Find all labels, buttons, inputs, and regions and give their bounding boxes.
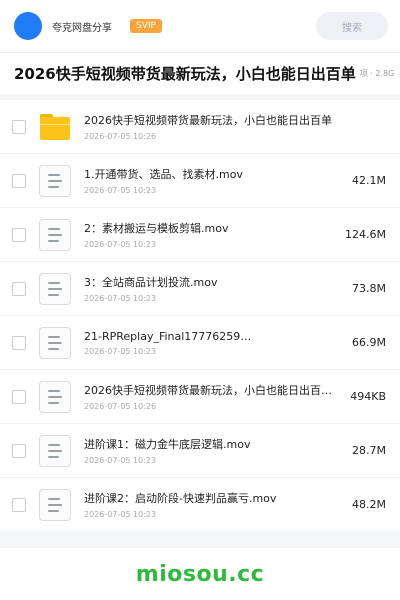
file-date: 2026-07-05 10:23 bbox=[84, 186, 157, 195]
title-bar: 2026快手短视频带货最新玩法，小白也能日出百单 项 · 2.8G bbox=[0, 52, 400, 94]
file-icon bbox=[38, 488, 72, 522]
file-size: 42.1M bbox=[352, 174, 386, 187]
file-size: 28.7M bbox=[352, 444, 386, 457]
file-name: 3：全站商品计划投流.mov bbox=[84, 276, 218, 289]
footer: miosou.cc bbox=[0, 548, 400, 600]
file-info: 2026快手短视频带货最新玩法，小白也能日出百单必… 2026-07-05 10:… bbox=[84, 382, 342, 411]
file-size: 48.2M bbox=[352, 498, 386, 511]
avatar[interactable] bbox=[14, 12, 42, 40]
folder-row[interactable]: 2026快手短视频带货最新玩法，小白也能日出百单 2026-07-05 10:26 bbox=[0, 100, 400, 154]
file-size: 66.9M bbox=[352, 336, 386, 349]
file-info: 进阶课2：启动阶段-快速判品赢亏.mov 2026-07-05 10:23 bbox=[84, 490, 344, 519]
file-size: 494KB bbox=[350, 390, 386, 403]
file-icon bbox=[38, 326, 72, 360]
file-row[interactable]: 21-RPReplay_Final17776259… 2026-07-05 10:… bbox=[0, 316, 400, 370]
file-row[interactable]: 1.开通带货、选品、找素材.mov 2026-07-05 10:23 42.1M bbox=[0, 154, 400, 208]
file-size: 124.6M bbox=[345, 228, 386, 241]
row-checkbox[interactable] bbox=[12, 497, 26, 512]
header: 夸克网盘分享 SVIP 搜索 bbox=[0, 0, 400, 52]
file-row[interactable]: 2026快手短视频带货最新玩法，小白也能日出百单必… 2026-07-05 10:… bbox=[0, 370, 400, 424]
file-date: 2026-07-05 10:23 bbox=[84, 346, 157, 356]
file-icon bbox=[38, 272, 72, 306]
row-checkbox[interactable] bbox=[12, 389, 26, 404]
file-info: 2026快手短视频带货最新玩法，小白也能日出百单 2026-07-05 10:26 bbox=[84, 112, 386, 141]
file-info: 21-RPReplay_Final17776259… 2026-07-05 10:… bbox=[84, 330, 344, 356]
file-name: 进阶课1：磁力金牛底层逻辑.mov bbox=[84, 438, 251, 451]
file-size: 73.8M bbox=[352, 282, 386, 295]
row-checkbox[interactable] bbox=[12, 227, 26, 242]
file-info: 3：全站商品计划投流.mov 2026-07-05 10:23 bbox=[84, 274, 344, 303]
file-icon bbox=[38, 164, 72, 198]
file-name: 1.开通带货、选品、找素材.mov bbox=[84, 168, 243, 181]
file-name: 进阶课2：启动阶段-快速判品赢亏.mov bbox=[84, 492, 277, 505]
file-name: 2026快手短视频带货最新玩法，小白也能日出百单必… bbox=[84, 384, 343, 397]
file-row[interactable]: 2：素材搬运与模板剪辑.mov 2026-07-05 10:23 124.6M bbox=[0, 208, 400, 262]
file-info: 2：素材搬运与模板剪辑.mov 2026-07-05 10:23 bbox=[84, 220, 337, 249]
file-info: 1.开通带货、选品、找素材.mov 2026-07-05 10:23 bbox=[84, 166, 344, 195]
svip-badge: SVIP bbox=[130, 19, 162, 33]
file-name: 2026快手短视频带货最新玩法，小白也能日出百单 bbox=[84, 114, 332, 127]
file-date: 2026-07-05 10:23 bbox=[84, 510, 157, 519]
share-name: 夸克网盘分享 bbox=[52, 22, 112, 34]
file-name: 21-RPReplay_Final17776259… bbox=[84, 329, 252, 343]
row-checkbox[interactable] bbox=[12, 173, 26, 188]
row-checkbox[interactable] bbox=[12, 119, 26, 134]
row-checkbox[interactable] bbox=[12, 281, 26, 296]
file-date: 2026-07-05 10:26 bbox=[84, 132, 157, 141]
file-date: 2026-07-05 10:23 bbox=[84, 294, 157, 303]
file-row[interactable]: 进阶课2：启动阶段-快速判品赢亏.mov 2026-07-05 10:23 48.2… bbox=[0, 478, 400, 532]
title-meta: 项 · 2.8G bbox=[359, 69, 395, 78]
search-input[interactable]: 搜索 bbox=[316, 12, 388, 40]
file-date: 2026-07-05 10:26 bbox=[84, 402, 157, 411]
file-name: 2：素材搬运与模板剪辑.mov bbox=[84, 222, 229, 235]
file-list: 2026快手短视频带货最新玩法，小白也能日出百单 2026-07-05 10:26… bbox=[0, 100, 400, 532]
file-icon bbox=[38, 380, 72, 414]
brand-watermark: miosou.cc bbox=[135, 561, 265, 587]
folder-icon bbox=[38, 110, 72, 144]
file-icon bbox=[38, 218, 72, 252]
file-date: 2026-07-05 10:23 bbox=[84, 456, 157, 465]
search-placeholder: 搜索 bbox=[342, 22, 362, 34]
file-info: 进阶课1：磁力金牛底层逻辑.mov 2026-07-05 10:23 bbox=[84, 436, 344, 465]
file-icon bbox=[38, 434, 72, 468]
row-checkbox[interactable] bbox=[12, 443, 26, 458]
file-row[interactable]: 进阶课1：磁力金牛底层逻辑.mov 2026-07-05 10:23 28.7M bbox=[0, 424, 400, 478]
row-checkbox[interactable] bbox=[12, 335, 26, 350]
file-row[interactable]: 3：全站商品计划投流.mov 2026-07-05 10:23 73.8M bbox=[0, 262, 400, 316]
page-title: 2026快手短视频带货最新玩法，小白也能日出百单 bbox=[14, 65, 356, 83]
file-date: 2026-07-05 10:23 bbox=[84, 240, 157, 249]
